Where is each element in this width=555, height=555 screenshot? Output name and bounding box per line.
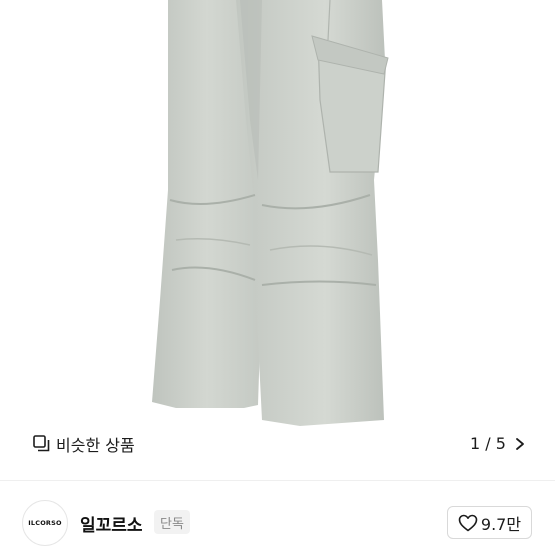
similar-items-icon	[33, 435, 50, 452]
image-pager[interactable]: 1 / 5	[460, 426, 536, 461]
seller-logo-text: ILCORSO	[28, 519, 62, 527]
shop-name[interactable]: 일꼬르소	[80, 511, 143, 536]
similar-products-button[interactable]: 비슷한 상품	[22, 426, 147, 461]
exclusive-badge: 단독	[154, 510, 190, 534]
seller-row: ILCORSO 일꼬르소 단독 9.7만	[0, 481, 555, 555]
product-image[interactable]: 비슷한 상품 1 / 5	[0, 0, 555, 480]
product-detail-screen: 비슷한 상품 1 / 5 ILCORSO 일꼬르소 단독 9.7만	[0, 0, 555, 555]
cargo-pants-illustration	[152, 0, 389, 426]
similar-products-label: 비슷한 상품	[56, 435, 135, 455]
like-count: 9.7만	[480, 514, 522, 534]
like-button[interactable]: 9.7만	[447, 506, 532, 539]
seller-avatar[interactable]: ILCORSO	[22, 500, 68, 546]
pager-text: 1 / 5	[470, 434, 506, 453]
heart-icon	[458, 514, 478, 532]
chevron-right-icon	[514, 437, 526, 451]
